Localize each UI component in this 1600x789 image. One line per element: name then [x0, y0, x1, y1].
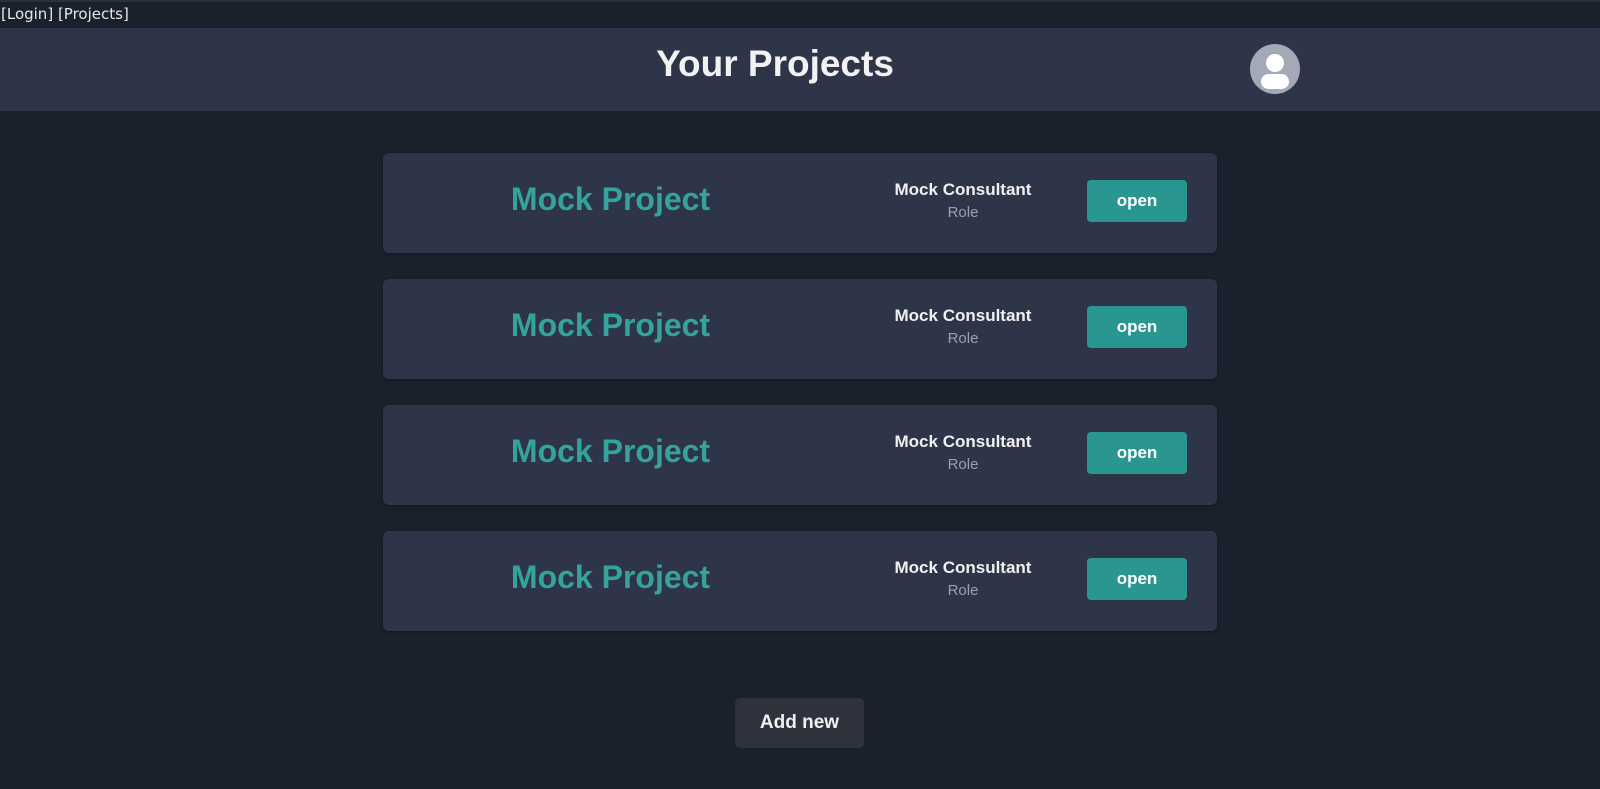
- page-header: Your Projects: [0, 28, 1600, 111]
- add-new-button[interactable]: Add new: [735, 698, 864, 748]
- projects-link[interactable]: [Projects]: [58, 5, 129, 23]
- consultant-name: Mock Consultant: [894, 180, 1032, 199]
- top-nav: [Login] [Projects]: [0, 0, 1600, 28]
- consultant-role: Role: [947, 456, 979, 473]
- consultant-name: Mock Consultant: [894, 306, 1032, 325]
- project-consultant: Mock Consultant Role: [848, 305, 1078, 351]
- project-title: Mock Project: [510, 559, 711, 595]
- user-silhouette-icon: [1261, 54, 1289, 89]
- project-list: Mock Project Mock Consultant Role open M…: [383, 153, 1217, 657]
- page-title: Your Projects: [656, 43, 894, 84]
- user-avatar-icon[interactable]: [1250, 44, 1300, 94]
- consultant-role: Role: [947, 204, 979, 221]
- consultant-name: Mock Consultant: [894, 432, 1032, 451]
- project-title: Mock Project: [510, 307, 711, 343]
- project-consultant: Mock Consultant Role: [848, 431, 1078, 477]
- consultant-role: Role: [947, 330, 979, 347]
- open-project-button[interactable]: open: [1087, 180, 1187, 222]
- project-consultant: Mock Consultant Role: [848, 179, 1078, 225]
- project-card: Mock Project Mock Consultant Role open: [383, 279, 1217, 379]
- project-card: Mock Project Mock Consultant Role open: [383, 153, 1217, 253]
- consultant-role: Role: [947, 582, 979, 599]
- consultant-name: Mock Consultant: [894, 558, 1032, 577]
- project-title: Mock Project: [510, 433, 711, 469]
- open-project-button[interactable]: open: [1087, 432, 1187, 474]
- project-consultant: Mock Consultant Role: [848, 557, 1078, 603]
- open-project-button[interactable]: open: [1087, 306, 1187, 348]
- project-card: Mock Project Mock Consultant Role open: [383, 531, 1217, 631]
- open-project-button[interactable]: open: [1087, 558, 1187, 600]
- project-card: Mock Project Mock Consultant Role open: [383, 405, 1217, 505]
- project-title: Mock Project: [510, 181, 711, 217]
- login-link[interactable]: [Login]: [1, 5, 53, 23]
